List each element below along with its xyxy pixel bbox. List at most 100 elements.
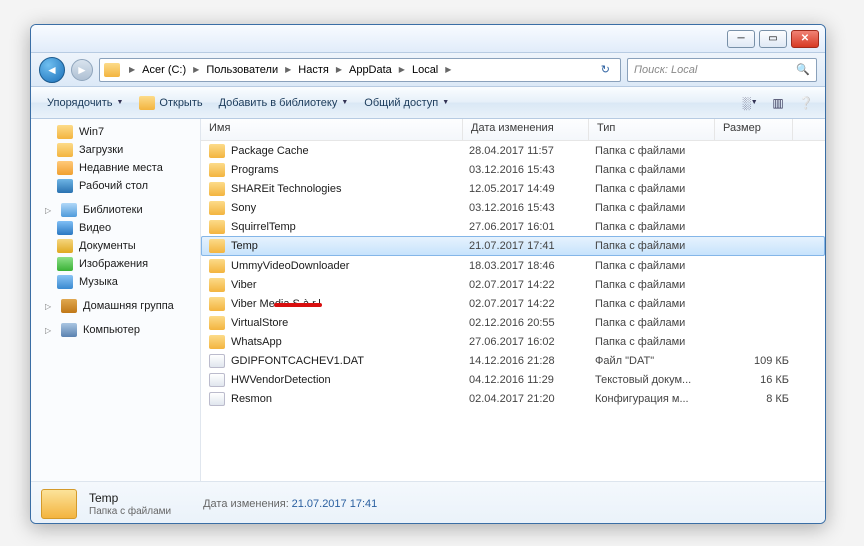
sidebar-group-homegroup[interactable]: ▷Домашняя группа — [31, 297, 200, 315]
file-date: 02.07.2017 14:22 — [469, 298, 595, 310]
sidebar-item-recent[interactable]: Недавние места — [31, 159, 200, 177]
download-icon — [57, 143, 73, 157]
sidebar-group-libraries[interactable]: ▷Библиотеки — [31, 201, 200, 219]
search-input[interactable]: Поиск: Local 🔍 — [627, 58, 817, 82]
breadcrumb-segment[interactable]: Local — [408, 59, 442, 81]
column-name[interactable]: Имя — [201, 119, 463, 140]
file-type: Папка с файлами — [595, 164, 721, 176]
toolbar: Упорядочить▼ Открыть Добавить в библиоте… — [31, 87, 825, 119]
file-row[interactable]: Temp21.07.2017 17:41Папка с файлами — [201, 236, 825, 256]
sidebar-item-music[interactable]: Музыка — [31, 273, 200, 291]
breadcrumb-segment[interactable]: Пользователи — [202, 59, 282, 81]
file-row[interactable]: Resmon02.04.2017 21:20Конфигурация м...8… — [201, 389, 825, 408]
file-name: UmmyVideoDownloader — [231, 260, 469, 272]
chevron-down-icon: ▼ — [442, 99, 449, 106]
file-type: Папка с файлами — [595, 221, 721, 233]
file-row[interactable]: GDIPFONTCACHEV1.DAT14.12.2016 21:28Файл … — [201, 351, 825, 370]
folder-icon — [209, 220, 225, 234]
back-button[interactable]: ◄ — [39, 57, 65, 83]
folder-icon — [209, 144, 225, 158]
chevron-right-icon: ▷ — [45, 302, 55, 311]
file-date: 03.12.2016 15:43 — [469, 202, 595, 214]
file-date: 27.06.2017 16:02 — [469, 336, 595, 348]
details-pane: Temp Папка с файлами Дата изменения: 21.… — [31, 481, 825, 524]
chevron-right-icon: ▶ — [442, 65, 454, 74]
file-row[interactable]: SquirrelTemp27.06.2017 16:01Папка с файл… — [201, 217, 825, 236]
file-row[interactable]: WhatsApp27.06.2017 16:02Папка с файлами — [201, 332, 825, 351]
minimize-button[interactable]: ─ — [727, 30, 755, 48]
close-button[interactable]: ✕ — [791, 30, 819, 48]
file-date: 04.12.2016 11:29 — [469, 374, 595, 386]
file-row[interactable]: Programs03.12.2016 15:43Папка с файлами — [201, 160, 825, 179]
breadcrumb[interactable]: ▶ Acer (C:) ▶ Пользователи ▶ Настя ▶ App… — [99, 58, 621, 82]
chevron-down-icon: ▼ — [341, 99, 348, 106]
sidebar-item-documents[interactable]: Документы — [31, 237, 200, 255]
desktop-icon — [57, 179, 73, 193]
folder-icon — [57, 125, 73, 139]
file-name: SquirrelTemp — [231, 221, 469, 233]
file-name: Resmon — [231, 393, 469, 405]
file-type: Конфигурация м... — [595, 393, 721, 405]
sidebar-item-desktop[interactable]: Рабочий стол — [31, 177, 200, 195]
file-icon — [209, 354, 225, 368]
file-row[interactable]: VirtualStore02.12.2016 20:55Папка с файл… — [201, 313, 825, 332]
file-date: 12.05.2017 14:49 — [469, 183, 595, 195]
column-date[interactable]: Дата изменения — [463, 119, 589, 140]
file-row[interactable]: SHAREit Technologies12.05.2017 14:49Папк… — [201, 179, 825, 198]
refresh-icon[interactable]: ↻ — [595, 63, 616, 76]
view-options-button[interactable]: ░▼ — [739, 92, 761, 114]
breadcrumb-segment[interactable]: Acer (C:) — [138, 59, 190, 81]
file-type: Папка с файлами — [595, 202, 721, 214]
file-list: Имя Дата изменения Тип Размер Package Ca… — [201, 119, 825, 481]
file-row[interactable]: UmmyVideoDownloader18.03.2017 18:46Папка… — [201, 256, 825, 275]
column-type[interactable]: Тип — [589, 119, 715, 140]
folder-icon — [209, 335, 225, 349]
organize-button[interactable]: Упорядочить▼ — [39, 93, 131, 113]
help-button[interactable]: ❔ — [795, 92, 817, 114]
sidebar-item-win7[interactable]: Win7 — [31, 123, 200, 141]
file-type: Папка с файлами — [595, 240, 721, 252]
details-date: Дата изменения: 21.07.2017 17:41 — [203, 498, 377, 510]
forward-button[interactable]: ► — [71, 59, 93, 81]
file-type: Папка с файлами — [595, 317, 721, 329]
sidebar-item-pictures[interactable]: Изображения — [31, 255, 200, 273]
file-type: Файл "DAT" — [595, 355, 721, 367]
folder-icon — [209, 163, 225, 177]
sidebar-item-downloads[interactable]: Загрузки — [31, 141, 200, 159]
add-to-library-button[interactable]: Добавить в библиотеку▼ — [211, 93, 357, 113]
computer-icon — [61, 323, 77, 337]
file-type: Папка с файлами — [595, 145, 721, 157]
maximize-button[interactable]: ▭ — [759, 30, 787, 48]
music-icon — [57, 275, 73, 289]
folder-icon — [41, 489, 77, 519]
navigation-pane: Win7 Загрузки Недавние места Рабочий сто… — [31, 119, 201, 481]
file-row[interactable]: HWVendorDetection04.12.2016 11:29Текстов… — [201, 370, 825, 389]
file-type: Папка с файлами — [595, 279, 721, 291]
chevron-right-icon: ▷ — [45, 326, 55, 335]
column-size[interactable]: Размер — [715, 119, 793, 140]
file-date: 14.12.2016 21:28 — [469, 355, 595, 367]
file-name: GDIPFONTCACHEV1.DAT — [231, 355, 469, 367]
file-date: 28.04.2017 11:57 — [469, 145, 595, 157]
breadcrumb-segment[interactable]: AppData — [345, 59, 396, 81]
open-button[interactable]: Открыть — [131, 92, 210, 114]
file-row[interactable]: Viber02.07.2017 14:22Папка с файлами — [201, 275, 825, 294]
chevron-right-icon: ▶ — [333, 65, 345, 74]
share-button[interactable]: Общий доступ▼ — [356, 93, 457, 113]
file-name: Sony — [231, 202, 469, 214]
sidebar-group-computer[interactable]: ▷Компьютер — [31, 321, 200, 339]
document-icon — [57, 239, 73, 253]
file-name: Viber Media S.à r.l — [231, 298, 469, 310]
video-icon — [57, 221, 73, 235]
folder-icon — [209, 201, 225, 215]
homegroup-icon — [61, 299, 77, 313]
file-date: 02.04.2017 21:20 — [469, 393, 595, 405]
sidebar-item-video[interactable]: Видео — [31, 219, 200, 237]
recent-icon — [57, 161, 73, 175]
preview-pane-button[interactable]: ▥ — [767, 92, 789, 114]
highlight-mark — [274, 303, 322, 307]
file-name: SHAREit Technologies — [231, 183, 469, 195]
file-row[interactable]: Sony03.12.2016 15:43Папка с файлами — [201, 198, 825, 217]
breadcrumb-segment[interactable]: Настя — [294, 59, 333, 81]
file-row[interactable]: Package Cache28.04.2017 11:57Папка с фай… — [201, 141, 825, 160]
